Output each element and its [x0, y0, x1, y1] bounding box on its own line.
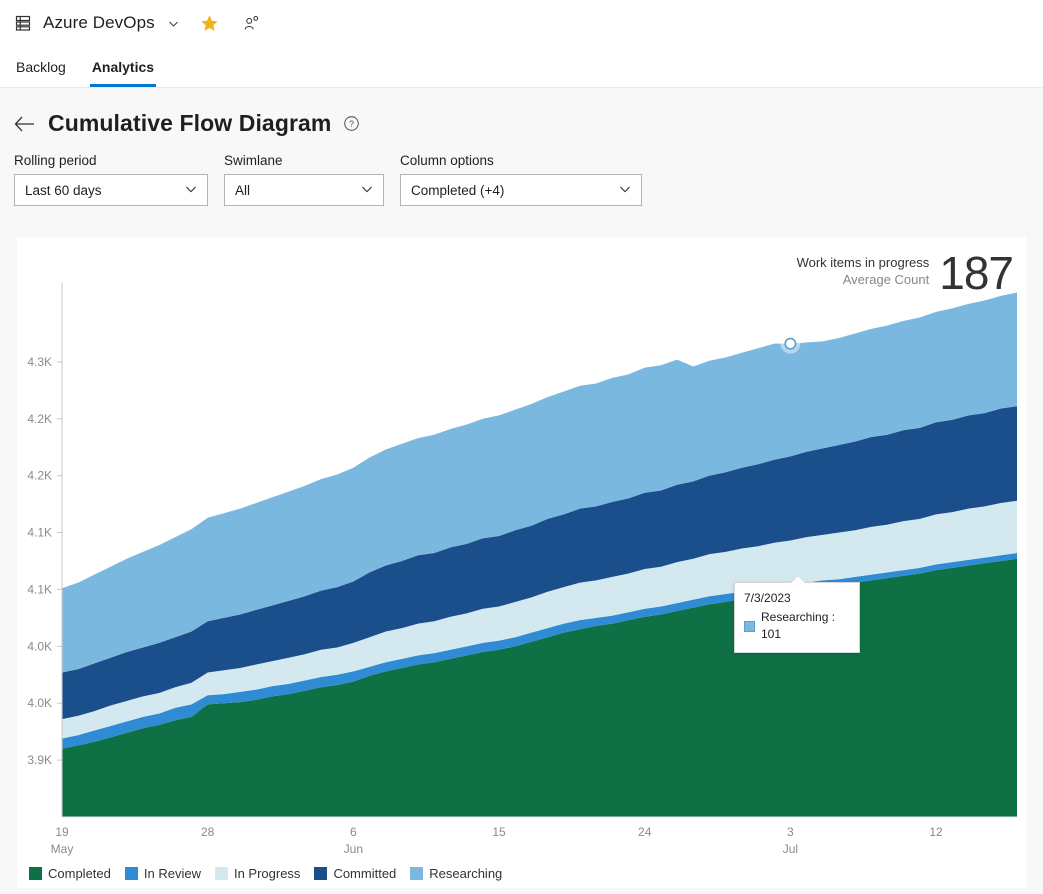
legend-label: Completed — [48, 866, 111, 881]
y-tick-label: 4.2K — [27, 412, 52, 426]
filter-swimlane: Swimlane All — [224, 153, 384, 206]
star-favorite-icon[interactable] — [200, 14, 219, 33]
svg-text:?: ? — [349, 119, 354, 129]
x-tick-label: 3 — [787, 825, 794, 839]
top-navigation-bar: Azure DevOps — [0, 0, 1043, 46]
x-tick-label: 6 — [350, 825, 357, 839]
y-tick-label: 4.1K — [27, 582, 52, 596]
chevron-down-icon[interactable] — [167, 17, 180, 30]
rolling-period-value: Last 60 days — [25, 183, 102, 198]
chart-card: Work items in progress Average Count 187… — [17, 237, 1026, 888]
swimlane-value: All — [235, 183, 250, 198]
hover-marker-point[interactable] — [785, 338, 795, 348]
organization-name[interactable]: Azure DevOps — [43, 13, 155, 33]
tab-analytics-label: Analytics — [92, 59, 154, 75]
x-tick-month-label: Jul — [783, 842, 798, 856]
tab-analytics[interactable]: Analytics — [90, 46, 156, 87]
legend-label: In Review — [144, 866, 201, 881]
legend-item-completed[interactable]: Completed — [29, 866, 111, 881]
chart-tooltip: 7/3/2023 Researching : 101 — [734, 582, 860, 653]
tab-backlog[interactable]: Backlog — [14, 46, 68, 87]
tooltip-date: 7/3/2023 — [744, 590, 850, 607]
x-tick-label: 15 — [492, 825, 506, 839]
y-tick-label: 4.0K — [27, 696, 52, 710]
person-icon[interactable] — [243, 15, 260, 32]
tab-backlog-label: Backlog — [16, 59, 66, 75]
legend-swatch-icon — [410, 867, 423, 880]
column-options-label: Column options — [400, 153, 642, 168]
y-tick-label: 4.1K — [27, 526, 52, 540]
y-tick-label: 4.0K — [27, 639, 52, 653]
tooltip-pointer — [791, 576, 805, 583]
cfd-svg[interactable]: 4.3K 4.2K 4.2K 4.1K 4.1K 4.0K 4.0K 3.9K 19 May 28 6… — [17, 237, 1026, 888]
tooltip-series-row: Researching : 101 — [744, 609, 850, 643]
azure-devops-logo-icon[interactable] — [14, 14, 33, 33]
y-tick-label: 3.9K — [27, 753, 52, 767]
rolling-period-label: Rolling period — [14, 153, 208, 168]
tooltip-series-swatch-icon — [744, 621, 755, 632]
y-tick-label: 4.2K — [27, 469, 52, 483]
x-tick-label: 19 — [55, 825, 69, 839]
cumulative-flow-plot[interactable]: 4.3K 4.2K 4.2K 4.1K 4.1K 4.0K 4.0K 3.9K 19 May 28 6… — [17, 237, 1026, 888]
legend-swatch-icon — [215, 867, 228, 880]
help-circle-icon[interactable]: ? — [343, 115, 360, 132]
chevron-down-icon — [618, 182, 632, 199]
tab-bar: Backlog Analytics — [0, 46, 1043, 88]
column-options-value: Completed (+4) — [411, 183, 504, 198]
tooltip-series-value: Researching : 101 — [761, 609, 850, 643]
chevron-down-icon — [360, 182, 374, 199]
page-title: Cumulative Flow Diagram — [48, 110, 331, 137]
x-tick-month-label: Jun — [344, 842, 363, 856]
filter-row: Rolling period Last 60 days Swimlane All… — [0, 137, 1043, 206]
legend-item-in-review[interactable]: In Review — [125, 866, 201, 881]
filter-rolling-period: Rolling period Last 60 days — [14, 153, 208, 206]
back-arrow-icon[interactable] — [14, 115, 36, 133]
legend-label: Researching — [429, 866, 502, 881]
column-options-dropdown[interactable]: Completed (+4) — [400, 174, 642, 206]
swimlane-label: Swimlane — [224, 153, 384, 168]
filter-column-options: Column options Completed (+4) — [400, 153, 642, 206]
y-tick-label: 4.3K — [27, 355, 52, 369]
chevron-down-icon — [184, 182, 198, 199]
x-tick-label: 28 — [201, 825, 215, 839]
x-tick-label: 24 — [638, 825, 652, 839]
legend-item-in-progress[interactable]: In Progress — [215, 866, 300, 881]
legend-swatch-icon — [29, 867, 42, 880]
legend-item-committed[interactable]: Committed — [314, 866, 396, 881]
legend-item-researching[interactable]: Researching — [410, 866, 502, 881]
swimlane-dropdown[interactable]: All — [224, 174, 384, 206]
x-tick-month-label: May — [51, 842, 74, 856]
legend-swatch-icon — [125, 867, 138, 880]
legend-label: Committed — [333, 866, 396, 881]
x-tick-label: 12 — [929, 825, 943, 839]
chart-legend: Completed In Review In Progress Committed Re… — [29, 866, 502, 881]
legend-swatch-icon — [314, 867, 327, 880]
legend-label: In Progress — [234, 866, 300, 881]
page-header: Cumulative Flow Diagram ? — [0, 88, 1043, 137]
rolling-period-dropdown[interactable]: Last 60 days — [14, 174, 208, 206]
